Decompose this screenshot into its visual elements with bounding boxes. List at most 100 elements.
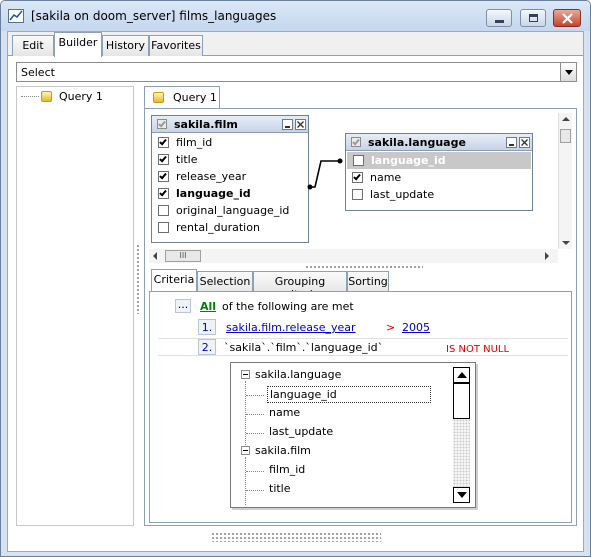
field-picker-list[interactable]: sakila.language language_id name last_up… xyxy=(230,362,476,508)
close-icon xyxy=(562,13,573,24)
condition-value-link[interactable]: 2005 xyxy=(402,321,430,334)
tab-builder[interactable]: Builder xyxy=(54,32,102,57)
field-checkbox[interactable] xyxy=(158,137,169,148)
scroll-grip: III xyxy=(179,251,187,260)
table-header[interactable]: sakila.film xyxy=(152,116,308,133)
table-select-checkbox[interactable] xyxy=(157,119,167,129)
field-list-item[interactable]: language_id xyxy=(267,386,431,403)
title-bar: [sakila on doom_server] films_languages xyxy=(1,1,590,31)
field-checkbox[interactable] xyxy=(352,189,363,200)
field-checkbox[interactable] xyxy=(158,205,169,216)
maximize-button[interactable] xyxy=(520,9,546,27)
condition-operator[interactable]: > xyxy=(386,321,395,334)
field-list-item[interactable]: last_update xyxy=(269,425,333,438)
scroll-up-icon[interactable] xyxy=(562,116,570,122)
field-checkbox[interactable] xyxy=(352,172,363,183)
condition-operator[interactable]: IS NOT NULL xyxy=(446,344,509,355)
field-row[interactable]: language_id xyxy=(347,152,531,169)
tab-favorites[interactable]: Favorites xyxy=(149,35,203,56)
minimize-icon xyxy=(495,20,504,23)
collapse-icon[interactable] xyxy=(241,446,250,455)
criteria-tab-bar: Criteria Selection Grouping criteria Sor… xyxy=(149,269,574,301)
query-icon xyxy=(41,91,52,102)
tree-item-label: Query 1 xyxy=(59,90,103,103)
field-checkbox[interactable] xyxy=(158,222,169,233)
close-table-button[interactable] xyxy=(295,119,306,130)
field-row[interactable]: rental_duration xyxy=(152,219,308,236)
field-list-item[interactable]: title xyxy=(269,482,291,495)
field-label: film_id xyxy=(176,136,213,149)
close-button[interactable] xyxy=(553,9,581,27)
field-row[interactable]: language_id xyxy=(152,185,308,202)
field-group-label[interactable]: sakila.film xyxy=(255,444,311,457)
tab-history[interactable]: History xyxy=(102,35,149,56)
field-row[interactable]: name xyxy=(346,169,532,186)
tab-grouping-criteria[interactable]: Grouping criteria xyxy=(253,271,347,301)
criteria-options-button[interactable]: ... xyxy=(175,299,191,313)
condition-field-editor[interactable]: `sakila`.`film`.`language_id` xyxy=(224,341,383,354)
condition-number-button[interactable]: 1. xyxy=(198,319,216,335)
field-row[interactable]: film_id xyxy=(152,134,308,151)
scroll-thumb[interactable]: III xyxy=(165,250,201,262)
diagram-vertical-scrollbar[interactable] xyxy=(558,113,572,249)
top-tab-bar: Edit Builder History Favorites xyxy=(8,32,583,57)
all-link[interactable]: All xyxy=(200,300,216,313)
collapse-icon[interactable] xyxy=(241,370,250,379)
field-row[interactable]: title xyxy=(152,151,308,168)
scroll-up-button[interactable] xyxy=(453,367,470,383)
field-row[interactable]: release_year xyxy=(152,168,308,185)
field-checkbox[interactable] xyxy=(158,154,169,165)
field-list-item[interactable]: film_id xyxy=(269,463,305,476)
field-checkbox[interactable] xyxy=(353,155,364,166)
condition-number: 1. xyxy=(201,321,213,334)
table-select-checkbox[interactable] xyxy=(351,137,361,147)
condition-number-button[interactable]: 2. xyxy=(198,339,216,355)
minimize-button[interactable] xyxy=(486,9,512,27)
scroll-down-icon[interactable] xyxy=(562,240,570,246)
scroll-track[interactable] xyxy=(453,419,470,487)
field-checkbox[interactable] xyxy=(158,171,169,182)
table-sakila-language[interactable]: sakila.language language_id name last_up… xyxy=(345,133,533,211)
tab-sorting[interactable]: Sorting xyxy=(347,271,389,291)
minimize-table-button[interactable] xyxy=(506,137,517,148)
join-link[interactable] xyxy=(307,153,347,193)
scroll-thumb[interactable] xyxy=(453,383,470,419)
table-header[interactable]: sakila.language xyxy=(346,134,532,151)
tab-query-1[interactable]: Query 1 xyxy=(144,86,220,108)
field-checkbox[interactable] xyxy=(158,188,169,199)
table-sakila-film[interactable]: sakila.film film_id title release_year l… xyxy=(151,115,309,243)
tab-criteria[interactable]: Criteria xyxy=(151,269,197,292)
button-label: ... xyxy=(177,298,189,311)
field-label: title xyxy=(176,153,198,166)
vertical-splitter[interactable] xyxy=(136,86,142,526)
condition-number: 2. xyxy=(201,341,213,354)
maximize-icon xyxy=(529,14,538,22)
scroll-down-button[interactable] xyxy=(453,487,470,503)
field-list-scrollbar[interactable] xyxy=(453,367,470,503)
tab-label: Criteria xyxy=(153,273,195,286)
bottom-splitter-grip[interactable] xyxy=(211,532,381,542)
query-tab-label: Query 1 xyxy=(173,91,217,104)
scroll-right-icon[interactable] xyxy=(544,252,550,260)
tab-edit[interactable]: Edit xyxy=(12,35,54,56)
field-row[interactable]: last_update xyxy=(346,186,532,203)
field-group-label[interactable]: sakila.language xyxy=(255,368,341,381)
field-row[interactable]: original_language_id xyxy=(152,202,308,219)
tree-item-query-1[interactable]: Query 1 xyxy=(39,89,129,105)
diagram-horizontal-scrollbar[interactable]: III xyxy=(149,249,558,263)
table-name: sakila.language xyxy=(368,136,466,149)
scroll-left-icon[interactable] xyxy=(152,252,158,260)
query-design-area: Query 1 sakila.film film_id title releas… xyxy=(144,86,577,526)
tab-selection[interactable]: Selection xyxy=(197,271,253,291)
minimize-table-button[interactable] xyxy=(282,119,293,130)
dropdown-button[interactable] xyxy=(560,63,576,81)
splitter-grip xyxy=(136,244,141,314)
scroll-thumb[interactable] xyxy=(560,129,571,143)
close-table-button[interactable] xyxy=(519,137,530,148)
criteria-panel: ... All of the following are met 1. saki… xyxy=(149,291,572,523)
query-icon xyxy=(153,92,164,103)
statement-type-select[interactable]: Select xyxy=(16,62,577,82)
condition-field-link[interactable]: sakila.film.release_year xyxy=(226,321,356,334)
field-list-item[interactable]: name xyxy=(269,406,300,419)
tab-label: History xyxy=(105,39,146,52)
